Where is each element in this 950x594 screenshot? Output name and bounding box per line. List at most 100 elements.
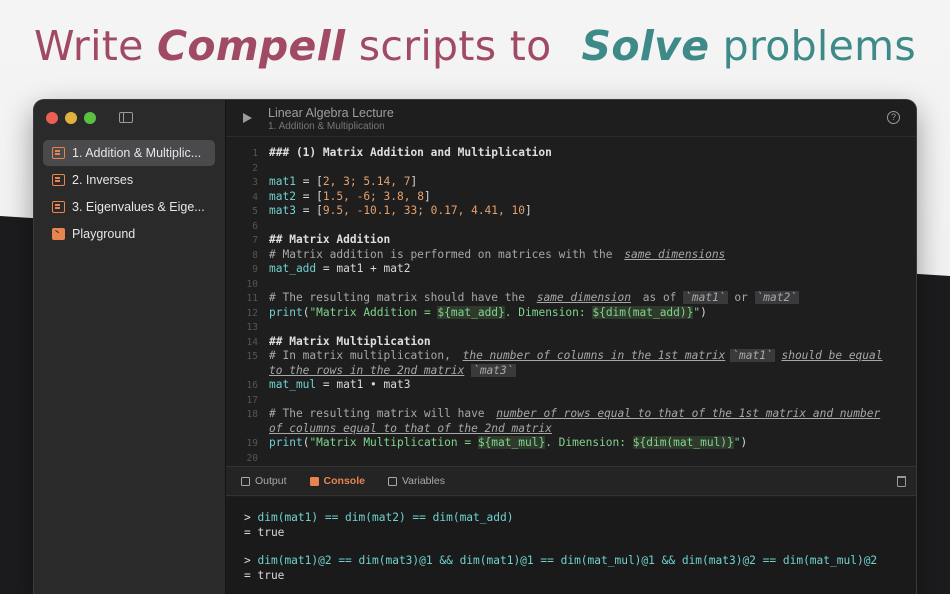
comment-token: as of xyxy=(636,291,684,304)
doc-link[interactable]: number of rows equal to that of the 1st … xyxy=(491,407,880,420)
variables-icon xyxy=(387,476,397,486)
sidebar-item-addition-multiplication[interactable]: 1. Addition & Multiplic... xyxy=(43,140,215,166)
doc-link[interactable]: should be equal xyxy=(781,349,882,362)
minimize-window-button[interactable] xyxy=(65,112,77,124)
code-line: 15 # In matrix multiplication, the number… xyxy=(226,349,916,364)
code-token: = mat1 • mat3 xyxy=(316,378,411,391)
line-number: 11 xyxy=(246,293,258,304)
code-line: 16 mat_mul = mat1 • mat3 xyxy=(226,378,916,393)
tab-label: Variables xyxy=(401,475,445,487)
console-result: = true xyxy=(244,568,285,582)
line-number: 14 xyxy=(246,336,258,348)
code-text: mat3 = [9.5, -10.1, 33; 0.17, 4.41, 10] xyxy=(258,204,532,219)
comment-token: # Matrix addition is performed on matric… xyxy=(269,247,613,261)
code-token: ) xyxy=(700,305,707,319)
code-line: 1 ### (1) Matrix Addition and Multiplicat… xyxy=(226,146,916,161)
variable-token: mat_add xyxy=(269,262,317,275)
zoom-window-button[interactable] xyxy=(84,112,96,124)
doc-link[interactable]: the number of columns in the 1st matrix xyxy=(458,349,731,362)
console-command: > dim(mat1) == dim(mat2) == dim(mat_add) xyxy=(244,511,916,526)
command-text: dim(mat1)@2 == dim(mat3)@1 && dim(mat1)@… xyxy=(257,554,878,567)
headline-emphasis: Solve xyxy=(581,22,710,70)
window-controls xyxy=(46,112,96,124)
tab-output[interactable]: Output xyxy=(241,475,287,487)
code-line: 18 # The resulting matrix will have numbe… xyxy=(226,407,916,422)
variable-token: mat2 xyxy=(269,189,296,203)
main-pane: Linear Algebra Lecture 1. Addition & Mul… xyxy=(226,100,916,594)
code-reference: `mat1` xyxy=(730,349,775,362)
tab-console[interactable]: Console xyxy=(309,475,365,487)
tab-label: Console xyxy=(323,475,365,487)
output-icon xyxy=(241,476,250,486)
doc-link[interactable]: to the rows in the 2nd matrix xyxy=(269,364,464,377)
sidebar: 1. Addition & Multiplic... 2. Inverses 3… xyxy=(34,100,226,594)
code-editor[interactable]: 1 ### (1) Matrix Addition and Multiplicat… xyxy=(226,146,916,464)
sidebar-item-eigenvalues[interactable]: 3. Eigenvalues & Eige... xyxy=(43,194,215,220)
line-number: 1 xyxy=(252,148,258,159)
tab-variables[interactable]: Variables xyxy=(387,475,445,487)
line-number: 13 xyxy=(246,322,258,333)
line-number: 16 xyxy=(246,380,258,391)
sidebar-item-playground[interactable]: Playground xyxy=(43,221,215,247)
code-text: ## Matrix Addition xyxy=(269,233,391,246)
comment-token: # In matrix multiplication, xyxy=(269,349,451,362)
function-token: print xyxy=(269,436,303,449)
code-token: = [ xyxy=(295,189,323,203)
headline-part-1: Write Compell scripts to xyxy=(34,22,552,70)
code-line-wrap: to the rows in the 2nd matrix `mat3` xyxy=(226,363,916,379)
sidebar-toggle-icon[interactable] xyxy=(119,112,133,123)
line-number: 6 xyxy=(252,220,258,232)
line-number: 18 xyxy=(246,409,258,420)
command-text: dim(mat1) == dim(mat2) == dim(mat_add) xyxy=(257,511,514,524)
code-line: 19 print("Matrix Multiplication = ${mat_m… xyxy=(226,436,916,451)
code-token: ] xyxy=(410,175,418,188)
code-text: # The resulting matrix will have number … xyxy=(258,407,880,422)
prompt-glyph: > xyxy=(244,511,251,524)
code-line: 3 mat1 = [2, 3; 5.14, 7] xyxy=(226,175,916,190)
tab-label: Output xyxy=(255,475,287,487)
code-token: ] xyxy=(423,189,431,203)
console-output[interactable]: > dim(mat1) == dim(mat2) == dim(mat_add)… xyxy=(226,497,916,594)
code-token: = [ xyxy=(295,204,323,217)
code-token: = [ xyxy=(295,175,323,188)
run-icon[interactable] xyxy=(243,113,252,123)
bottom-panel-tabs: Output Console Variables xyxy=(226,466,916,496)
string-token: . Dimension: xyxy=(545,436,633,449)
doc-link[interactable]: same dimensions xyxy=(619,248,730,261)
variable-token: mat_mul xyxy=(269,378,317,391)
code-text: ## Matrix Multiplication xyxy=(269,334,431,348)
document-title: Linear Algebra Lecture xyxy=(268,106,394,120)
close-window-button[interactable] xyxy=(46,112,58,124)
code-line: 13 xyxy=(226,320,916,335)
line-number: 10 xyxy=(246,278,258,290)
code-reference: `mat1` xyxy=(683,291,728,304)
console-icon xyxy=(309,476,319,486)
doc-link[interactable]: of columns equal to that of the 2nd matr… xyxy=(269,422,552,435)
doc-link[interactable]: same dimension xyxy=(532,291,636,304)
code-text: print("Matrix Addition = ${mat_add}. Dim… xyxy=(258,305,707,321)
number-token: 1.5, -6; 3.8, 8 xyxy=(322,189,424,203)
code-text: mat_mul = mat1 • mat3 xyxy=(258,378,410,393)
console-result: = true xyxy=(244,525,285,539)
code-line: 17 xyxy=(226,393,916,408)
help-icon[interactable]: ? xyxy=(887,111,900,124)
line-number: 5 xyxy=(252,206,258,217)
code-text: print("Matrix Multiplication = ${mat_mul… xyxy=(258,436,747,451)
comment-token: or xyxy=(727,291,755,304)
marketing-headline: Write Compell scripts to Solve problems xyxy=(0,22,950,70)
code-text: ### (1) Matrix Addition and Multiplicati… xyxy=(269,146,552,159)
code-text: # Matrix addition is performed on matric… xyxy=(258,248,730,263)
code-line: 2 xyxy=(226,161,916,176)
code-line-wrap: of columns equal to that of the 2nd matr… xyxy=(226,422,916,437)
trash-icon[interactable] xyxy=(897,476,906,487)
sidebar-item-label: 2. Inverses xyxy=(72,173,134,187)
code-reference: `mat3` xyxy=(471,363,516,377)
code-text: mat_add = mat1 + mat2 xyxy=(258,262,410,277)
sidebar-item-inverses[interactable]: 2. Inverses xyxy=(43,167,215,193)
comment-token: # The resulting matrix should have the xyxy=(269,291,525,304)
